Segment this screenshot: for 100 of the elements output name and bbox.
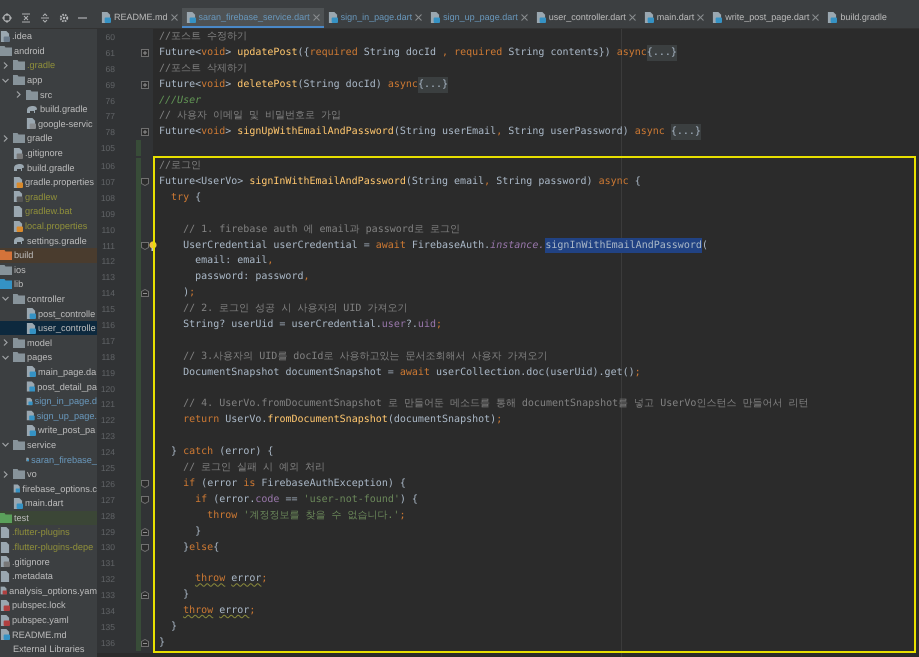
tree-item[interactable]: .gitignore xyxy=(0,554,97,569)
close-icon[interactable] xyxy=(520,14,528,20)
tree-item[interactable]: android xyxy=(0,44,97,58)
tree-item[interactable]: pubspec.yaml xyxy=(0,612,97,628)
tree-item[interactable]: gradle xyxy=(0,131,97,146)
file-icon xyxy=(26,396,33,407)
tree-item[interactable]: sign_in_page.d xyxy=(0,394,97,408)
file-name: firebase_options.c xyxy=(22,484,97,494)
file-icon xyxy=(13,220,23,232)
close-icon[interactable] xyxy=(812,14,820,20)
tree-item[interactable]: build.gradle xyxy=(0,160,97,175)
tree-item[interactable]: pubspec.lock xyxy=(0,598,97,613)
tree-item[interactable]: app xyxy=(0,72,97,88)
lightbulb-icon[interactable] xyxy=(149,240,157,251)
tree-item[interactable]: build.gradle xyxy=(0,102,97,117)
close-icon[interactable] xyxy=(415,14,422,20)
fold-icon[interactable] xyxy=(141,528,149,536)
fold-icon[interactable] xyxy=(141,544,149,552)
fold-icon[interactable] xyxy=(141,128,149,136)
tree-item[interactable]: service xyxy=(0,438,97,452)
code-line: }else{ xyxy=(182,540,220,554)
tree-item[interactable]: local.properties xyxy=(0,218,97,234)
tree-item[interactable]: build xyxy=(0,248,97,262)
file-icon xyxy=(13,176,23,188)
file-icon xyxy=(13,206,23,217)
editor-tab[interactable]: README.md xyxy=(97,8,182,28)
code-line: //포스트 수정하기 xyxy=(159,30,248,44)
tree-item[interactable]: main_page.da xyxy=(0,364,97,380)
tree-item[interactable]: firebase_options.c xyxy=(0,481,97,496)
folder-icon xyxy=(13,75,25,86)
tree-item[interactable]: gradlew xyxy=(0,190,97,204)
tree-item[interactable]: gradlew.bat xyxy=(0,204,97,219)
editor-tab[interactable]: sign_in_page.dart xyxy=(324,8,426,28)
tree-item[interactable]: post_detail_pa xyxy=(0,379,97,394)
tree-item[interactable]: analysis_options.yam xyxy=(0,584,97,598)
close-icon[interactable] xyxy=(697,14,704,20)
folder-icon xyxy=(0,279,12,290)
code-line: // 1. firebase auth 에 email과 password로 로그인 xyxy=(182,222,461,237)
file-name: post_detail_pa xyxy=(37,382,97,392)
file-icon xyxy=(26,366,36,378)
settings-icon[interactable] xyxy=(59,13,69,23)
fold-icon[interactable] xyxy=(141,591,149,600)
tree-item[interactable]: pages xyxy=(0,350,97,365)
folder-icon xyxy=(13,133,25,144)
tree-item[interactable]: gradle.properties xyxy=(0,174,97,190)
tree-item[interactable]: write_post_pa xyxy=(0,423,97,438)
tree-item[interactable]: main.dart xyxy=(0,496,97,511)
close-icon[interactable] xyxy=(312,14,320,20)
tree-item[interactable]: post_controlle xyxy=(0,306,97,321)
fold-icon[interactable] xyxy=(141,178,149,186)
file-name: saran_firebase_ xyxy=(31,454,97,465)
fold-icon[interactable] xyxy=(141,638,149,647)
tree-item[interactable]: model xyxy=(0,335,97,350)
code-line: } xyxy=(182,588,190,602)
file-name: sign_up_page. xyxy=(36,410,97,421)
editor-tab[interactable]: build.gradle xyxy=(823,8,891,28)
tree-item[interactable]: controller xyxy=(0,292,97,306)
editor-tab[interactable]: main.dart xyxy=(640,8,708,28)
code-line: } xyxy=(194,524,202,539)
file-name: app xyxy=(27,75,42,86)
editor-tab[interactable]: sign_up_page.dart xyxy=(426,8,532,28)
tree-item[interactable]: .metadata xyxy=(0,568,97,584)
expand-all-icon[interactable] xyxy=(40,13,50,23)
tree-item[interactable]: lib xyxy=(0,277,97,292)
file-name: .metadata xyxy=(12,571,53,582)
tree-item[interactable]: saran_firebase_ xyxy=(0,452,97,467)
file-name: .flutter-plugins xyxy=(12,527,70,538)
editor-tab[interactable]: write_post_page.dart xyxy=(708,8,824,28)
file-icon xyxy=(13,498,23,509)
fold-icon[interactable] xyxy=(141,80,149,89)
tree-item[interactable]: user_controlle xyxy=(0,320,97,336)
editor-tab[interactable]: user_controller.dart xyxy=(532,8,640,28)
file-name: post_controlle xyxy=(38,308,96,319)
tree-item[interactable]: README.md xyxy=(0,627,97,642)
folder-icon xyxy=(13,60,25,70)
code-line: if (error is FirebaseAuthException) { xyxy=(182,476,407,491)
tree-item[interactable]: .gradle xyxy=(0,58,97,73)
tree-item[interactable]: sign_up_page. xyxy=(0,408,97,424)
tree-item[interactable]: .flutter-plugins xyxy=(0,525,97,540)
tree-item[interactable]: .gitignore xyxy=(0,146,97,160)
tree-item[interactable]: .flutter-plugins-depe xyxy=(0,540,97,554)
tree-item[interactable]: src xyxy=(0,87,97,102)
tree-item[interactable]: External Libraries xyxy=(0,642,97,657)
fold-icon[interactable] xyxy=(141,289,149,298)
tree-item[interactable]: test xyxy=(0,510,97,526)
tree-item[interactable]: .idea xyxy=(0,29,97,44)
file-name: src xyxy=(40,90,52,100)
close-icon[interactable] xyxy=(170,14,178,20)
tree-item[interactable]: settings.gradle xyxy=(0,233,97,248)
collapse-all-icon[interactable] xyxy=(21,13,31,23)
close-icon[interactable] xyxy=(628,14,636,20)
fold-icon[interactable] xyxy=(141,48,149,57)
code-line: String? userUid = userCredential.user?.uid; xyxy=(182,318,444,332)
target-icon[interactable] xyxy=(2,13,12,23)
file-icon xyxy=(328,12,338,22)
file-icon xyxy=(430,12,440,22)
tree-item[interactable]: google-servic xyxy=(0,116,97,132)
tree-item[interactable]: vo xyxy=(0,466,97,482)
file-name: sign_in_page.d xyxy=(34,396,97,406)
tree-item[interactable]: ios xyxy=(0,262,97,278)
